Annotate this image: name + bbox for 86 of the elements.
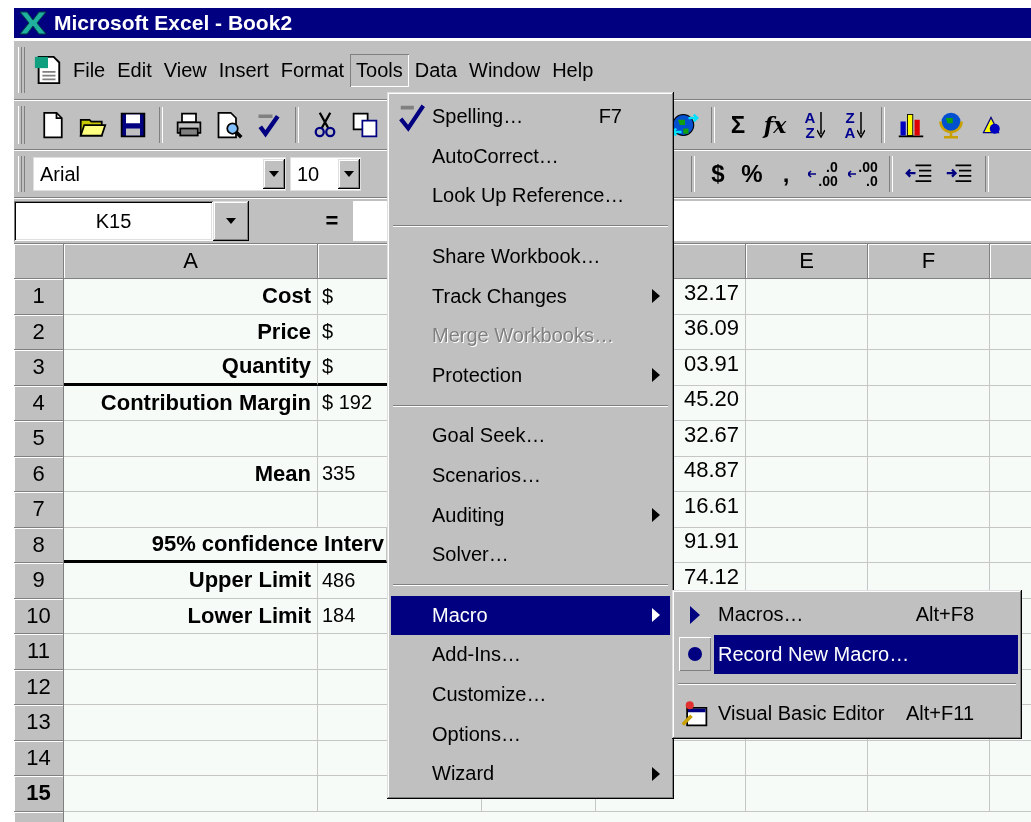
row-header[interactable]: 2: [14, 314, 64, 350]
menu-item[interactable]: Look Up Reference…: [391, 176, 670, 216]
menu-item[interactable]: Insert: [212, 53, 275, 87]
menu-item[interactable]: Data: [408, 53, 464, 87]
sort-button[interactable]: Z A: [835, 105, 875, 145]
row-header[interactable]: 3: [14, 350, 64, 386]
equals-button[interactable]: =: [317, 208, 347, 234]
row-header[interactable]: 15: [14, 776, 64, 812]
caret-icon: [344, 171, 354, 177]
row-header[interactable]: 7: [14, 492, 64, 528]
menu-item[interactable]: Add-Ins…: [391, 635, 670, 675]
row-header[interactable]: 4: [14, 385, 64, 421]
menu-item[interactable]: AutoCorrect…: [391, 136, 670, 177]
left-arrow-icon: [808, 169, 817, 179]
font-dropdown[interactable]: Arial: [33, 157, 286, 191]
copy-icon: [351, 111, 379, 139]
table-cell: Lower Limit: [64, 598, 318, 634]
toolbar-button[interactable]: Σ: [721, 105, 755, 145]
select-all-button[interactable]: [14, 244, 64, 279]
row-header[interactable]: 1: [14, 279, 64, 315]
bar-chart-icon: [897, 111, 925, 139]
toolbar-grip[interactable]: [18, 155, 25, 193]
row-header[interactable]: 14: [14, 740, 64, 776]
menu-item[interactable]: Format: [274, 53, 351, 87]
menu-item[interactable]: Wizard: [391, 753, 670, 794]
printer-icon: [175, 111, 203, 139]
toolbar-button[interactable]: ,: [769, 154, 803, 194]
menu-item[interactable]: View: [157, 53, 213, 87]
column-header[interactable]: A: [64, 244, 318, 279]
menu-item[interactable]: Options…: [391, 714, 670, 754]
editor-window-icon: [681, 700, 709, 728]
row-header[interactable]: [14, 811, 64, 822]
table-cell: Upper Limit: [64, 563, 318, 599]
column-header[interactable]: F: [868, 244, 990, 279]
table-cell: Quantity: [64, 350, 318, 386]
menu-item[interactable]: Spelling… F7: [391, 97, 670, 137]
column-header[interactable]: E: [746, 244, 868, 279]
row-header[interactable]: 13: [14, 705, 64, 741]
table-cell: Cost: [64, 279, 318, 315]
caret-icon: [269, 171, 279, 177]
workbook-icon: [33, 53, 63, 87]
row-header[interactable]: 12: [14, 669, 64, 705]
toolbar-grip[interactable]: [18, 46, 25, 94]
record-icon: [688, 647, 702, 662]
play-icon: [690, 605, 700, 624]
caret-icon: [226, 218, 236, 224]
menu-item[interactable]: File: [67, 53, 112, 87]
table-cell: Mean: [64, 456, 318, 492]
row-header[interactable]: 5: [14, 421, 64, 457]
name-box[interactable]: K15: [14, 201, 213, 241]
submenu-arrow-icon: [652, 766, 660, 781]
toolbar-button[interactable]: $: [701, 154, 735, 194]
submenu-arrow-icon: [652, 289, 660, 304]
table-cell: Contribution Margin: [64, 385, 318, 421]
submenu-arrow-icon: [652, 508, 660, 523]
row-header[interactable]: 6: [14, 456, 64, 492]
row-header[interactable]: 8: [14, 527, 64, 563]
submenu-arrow-icon: [652, 368, 660, 383]
toolbar-grip[interactable]: [18, 105, 25, 145]
down-arrow-icon: [817, 112, 826, 138]
table-cell: Price: [64, 314, 318, 350]
row-header[interactable]: 9: [14, 563, 64, 599]
sort-button[interactable]: A Z: [795, 105, 835, 145]
toolbar-button[interactable]: %: [735, 154, 769, 194]
menu-item[interactable]: Help: [546, 53, 600, 87]
window-title: Microsoft Excel - Book2: [54, 11, 293, 35]
submenu-arrow-icon: [652, 608, 660, 623]
menu-item[interactable]: Share Workbook…: [391, 236, 670, 277]
menu-item[interactable]: Tools: [350, 53, 409, 87]
menu-item[interactable]: Macro: [391, 595, 670, 636]
globe-icon: [937, 111, 965, 139]
down-arrow-icon: [857, 112, 866, 138]
app-logo-icon: [18, 11, 48, 35]
row-header[interactable]: 11: [14, 634, 64, 670]
row-header[interactable]: 10: [14, 598, 64, 634]
print-preview-icon: [215, 111, 243, 139]
decimal-button[interactable]: .00 .0: [843, 154, 883, 194]
menu-item[interactable]: Edit: [111, 53, 158, 87]
left-arrow-icon: [848, 169, 857, 179]
font-size-dropdown[interactable]: 10: [290, 157, 361, 191]
decimal-button[interactable]: .0 .00: [803, 154, 843, 194]
menu-item[interactable]: Customize…: [391, 674, 670, 715]
menu-item[interactable]: Window: [463, 53, 547, 87]
dropdown-button[interactable]: [213, 201, 249, 241]
function-button[interactable]: fx: [755, 105, 795, 145]
menu-item[interactable]: Visual Basic Editor Alt+F11: [676, 694, 1018, 734]
